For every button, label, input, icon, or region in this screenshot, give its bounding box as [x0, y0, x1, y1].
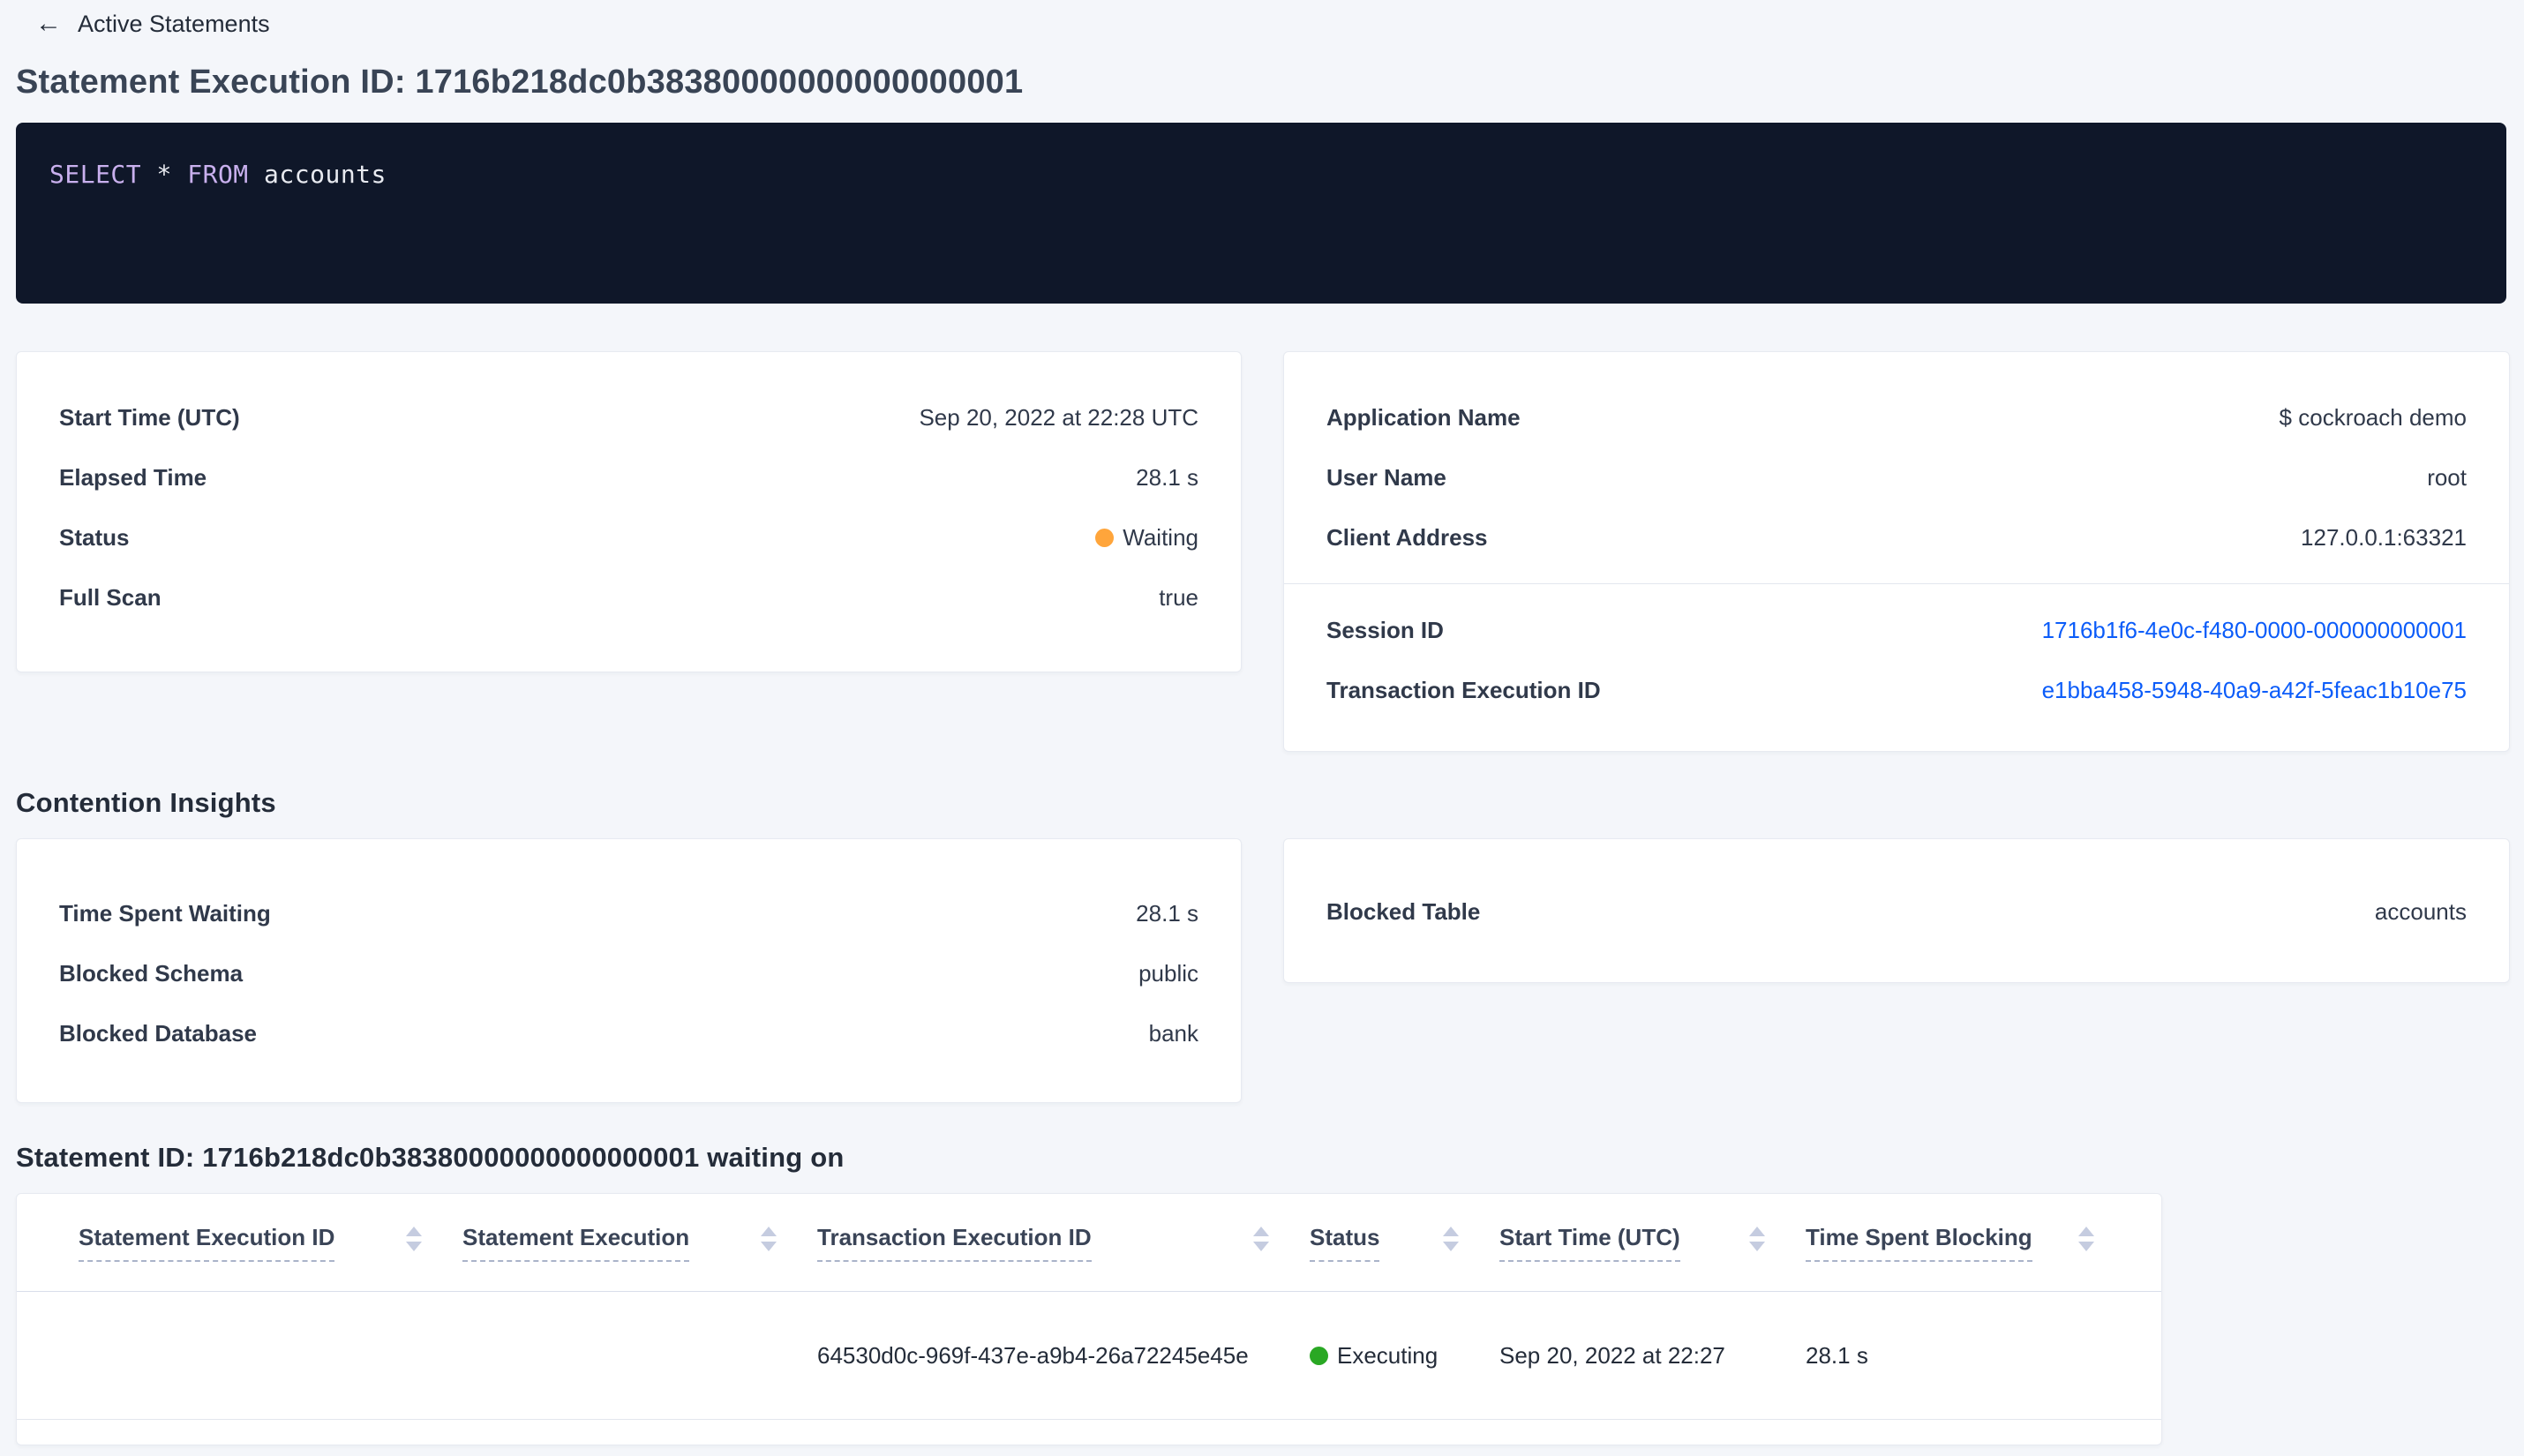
start-time-column-label: Start Time (UTC)	[1499, 1224, 1680, 1262]
contention-row-blocked-database: Blocked Database bank	[17, 1003, 1241, 1063]
cell-time-spent-blocking: 28.1 s	[1806, 1341, 1868, 1369]
session-row-client-address: Client Address 127.0.0.1:63321	[1284, 507, 2509, 567]
transaction-execution-id-link[interactable]: e1bba458-5948-40a9-a42f-5feac1b10e75	[2042, 677, 2467, 704]
application-name-value: $ cockroach demo	[2279, 403, 2467, 431]
contention-cards-row: Time Spent Waiting 28.1 s Blocked Schema…	[16, 838, 2510, 1103]
overview-card: Start Time (UTC) Sep 20, 2022 at 22:28 U…	[16, 351, 1242, 672]
full-scan-label: Full Scan	[59, 583, 162, 611]
elapsed-time-label: Elapsed Time	[59, 463, 207, 491]
cell-status: Executing	[1310, 1342, 1499, 1370]
client-address-value: 127.0.0.1:63321	[2301, 523, 2467, 551]
waiting-on-table-header: Statement Execution ID Statement Executi…	[17, 1194, 2161, 1292]
session-row-session-id: Session ID 1716b1f6-4e0c-f480-0000-00000…	[1284, 600, 2509, 660]
status-label: Status	[59, 523, 130, 551]
full-scan-value: true	[1159, 583, 1198, 611]
back-link-active-statements[interactable]: ← Active Statements	[35, 7, 270, 41]
status-waiting-dot-icon	[1095, 528, 1115, 547]
sort-arrows-icon[interactable]	[1253, 1227, 1269, 1251]
overview-row-full-scan: Full Scan true	[17, 567, 1241, 627]
contention-insights-heading: Contention Insights	[16, 787, 276, 818]
sort-arrows-icon[interactable]	[2078, 1227, 2094, 1251]
cell-start-time: Sep 20, 2022 at 22:27	[1499, 1341, 1725, 1369]
sort-arrows-icon[interactable]	[761, 1227, 777, 1251]
status-column-label: Status	[1310, 1224, 1380, 1262]
sql-keyword-select: SELECT	[49, 160, 142, 189]
status-badge: Waiting	[1095, 524, 1198, 552]
sql-star: *	[156, 160, 172, 189]
session-row-application-name: Application Name $ cockroach demo	[1284, 387, 2509, 447]
start-time-value: Sep 20, 2022 at 22:28 UTC	[919, 403, 1198, 431]
contention-waiting-card: Time Spent Waiting 28.1 s Blocked Schema…	[16, 838, 1242, 1103]
contention-row-blocked-table: Blocked Table accounts	[1284, 882, 2509, 942]
contention-row-blocked-schema: Blocked Schema public	[17, 943, 1241, 1003]
session-card: Application Name $ cockroach demo User N…	[1283, 351, 2510, 752]
statement-execution-id-column-label: Statement Execution ID	[79, 1224, 335, 1262]
table-row: 64530d0c-969f-437e-a9b4-26a72245e45e Exe…	[17, 1292, 2161, 1420]
start-time-label: Start Time (UTC)	[59, 403, 240, 431]
blocked-table-value: accounts	[2374, 897, 2467, 925]
transaction-execution-id-column-label: Transaction Execution ID	[817, 1224, 1092, 1262]
transaction-execution-id-label: Transaction Execution ID	[1326, 676, 1601, 703]
column-header-statement-execution[interactable]: Statement Execution	[462, 1224, 817, 1262]
sql-statement-box: SELECT * FROM accounts	[16, 123, 2506, 304]
session-row-transaction-execution-id: Transaction Execution ID e1bba458-5948-4…	[1284, 660, 2509, 720]
session-card-divider	[1284, 583, 2509, 584]
sql-table-ref: accounts	[264, 160, 387, 189]
statement-execution-column-label: Statement Execution	[462, 1224, 690, 1262]
page-title: Statement Execution ID: 1716b218dc0b3838…	[16, 64, 1024, 101]
column-header-transaction-execution-id[interactable]: Transaction Execution ID	[817, 1224, 1310, 1262]
blocked-table-card: Blocked Table accounts	[1283, 838, 2510, 983]
status-executing-dot-icon	[1310, 1346, 1328, 1365]
session-id-label: Session ID	[1326, 616, 1444, 643]
session-id-link[interactable]: 1716b1f6-4e0c-f480-0000-000000000001	[2042, 617, 2467, 644]
back-arrow-icon: ←	[35, 9, 62, 38]
cell-status-value: Executing	[1337, 1341, 1439, 1369]
column-header-start-time[interactable]: Start Time (UTC)	[1499, 1224, 1806, 1262]
sql-keyword-from: FROM	[187, 160, 249, 189]
sort-arrows-icon[interactable]	[1443, 1227, 1459, 1251]
overview-row-elapsed-time: Elapsed Time 28.1 s	[17, 447, 1241, 507]
overview-row-start-time: Start Time (UTC) Sep 20, 2022 at 22:28 U…	[17, 387, 1241, 447]
blocked-database-value: bank	[1148, 1019, 1198, 1047]
overview-row-status: Status Waiting	[17, 507, 1241, 567]
user-name-value: root	[2427, 463, 2467, 491]
elapsed-time-value: 28.1 s	[1136, 463, 1198, 491]
column-header-statement-execution-id[interactable]: Statement Execution ID	[79, 1224, 462, 1262]
time-spent-waiting-label: Time Spent Waiting	[59, 899, 271, 927]
cell-transaction-execution-id: 64530d0c-969f-437e-a9b4-26a72245e45e	[817, 1341, 1249, 1369]
sort-arrows-icon[interactable]	[406, 1227, 422, 1251]
column-header-time-spent-blocking[interactable]: Time Spent Blocking	[1806, 1224, 2135, 1262]
status-value: Waiting	[1123, 523, 1198, 551]
time-spent-waiting-value: 28.1 s	[1136, 899, 1198, 927]
blocked-schema-label: Blocked Schema	[59, 959, 244, 987]
blocked-table-label: Blocked Table	[1326, 897, 1481, 925]
user-name-label: User Name	[1326, 463, 1446, 491]
sort-arrows-icon[interactable]	[1749, 1227, 1765, 1251]
waiting-on-table-card: Statement Execution ID Statement Executi…	[16, 1193, 2162, 1445]
contention-row-time-spent-waiting: Time Spent Waiting 28.1 s	[17, 883, 1241, 943]
blocked-schema-value: public	[1138, 959, 1198, 987]
back-link-label: Active Statements	[78, 10, 270, 37]
application-name-label: Application Name	[1326, 403, 1521, 431]
time-spent-blocking-column-label: Time Spent Blocking	[1806, 1224, 2032, 1262]
blocked-database-label: Blocked Database	[59, 1019, 257, 1047]
client-address-label: Client Address	[1326, 523, 1488, 551]
session-row-user-name: User Name root	[1284, 447, 2509, 507]
column-header-status[interactable]: Status	[1310, 1224, 1499, 1262]
summary-cards-row: Start Time (UTC) Sep 20, 2022 at 22:28 U…	[16, 351, 2510, 752]
waiting-on-heading: Statement ID: 1716b218dc0b38380000000000…	[16, 1142, 845, 1173]
sql-statement-text: SELECT * FROM accounts	[49, 160, 387, 189]
statement-execution-detail-page: ← Active Statements Statement Execution …	[0, 0, 2524, 1445]
